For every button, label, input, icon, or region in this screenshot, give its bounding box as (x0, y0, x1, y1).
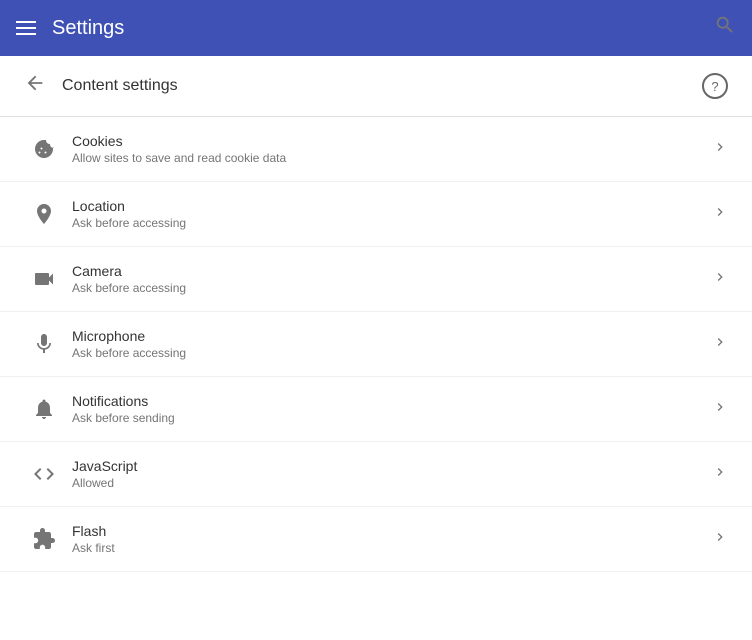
back-button[interactable] (24, 72, 46, 100)
cookies-arrow (712, 139, 728, 160)
flash-subtitle: Ask first (72, 541, 712, 555)
content-area: Content settings ? Cookies Allow sites t… (0, 56, 752, 640)
help-icon[interactable]: ? (702, 73, 728, 99)
settings-item-javascript[interactable]: JavaScript Allowed (0, 442, 752, 507)
microphone-title: Microphone (72, 328, 712, 344)
notifications-subtitle: Ask before sending (72, 411, 712, 425)
settings-item-location[interactable]: Location Ask before accessing (0, 182, 752, 247)
flash-text: Flash Ask first (72, 523, 712, 555)
camera-text: Camera Ask before accessing (72, 263, 712, 295)
camera-arrow (712, 269, 728, 290)
camera-title: Camera (72, 263, 712, 279)
settings-list: Cookies Allow sites to save and read coo… (0, 117, 752, 572)
settings-item-flash[interactable]: Flash Ask first (0, 507, 752, 572)
javascript-arrow (712, 464, 728, 485)
location-subtitle: Ask before accessing (72, 216, 712, 230)
hamburger-icon[interactable] (16, 21, 36, 35)
app-bar: Settings (0, 0, 752, 56)
notifications-icon (24, 397, 64, 421)
location-icon (24, 202, 64, 226)
camera-icon (24, 267, 64, 291)
javascript-subtitle: Allowed (72, 476, 712, 490)
flash-title: Flash (72, 523, 712, 539)
flash-icon (24, 527, 64, 551)
location-text: Location Ask before accessing (72, 198, 712, 230)
microphone-subtitle: Ask before accessing (72, 346, 712, 360)
javascript-title: JavaScript (72, 458, 712, 474)
cookies-subtitle: Allow sites to save and read cookie data (72, 151, 712, 165)
search-icon[interactable] (714, 14, 736, 42)
microphone-text: Microphone Ask before accessing (72, 328, 712, 360)
javascript-icon (24, 462, 64, 486)
location-arrow (712, 204, 728, 225)
location-title: Location (72, 198, 712, 214)
settings-item-camera[interactable]: Camera Ask before accessing (0, 247, 752, 312)
cookies-text: Cookies Allow sites to save and read coo… (72, 133, 712, 165)
flash-arrow (712, 529, 728, 550)
settings-item-notifications[interactable]: Notifications Ask before sending (0, 377, 752, 442)
cookies-icon (24, 137, 64, 161)
notifications-text: Notifications Ask before sending (72, 393, 712, 425)
page-header: Content settings ? (0, 56, 752, 117)
microphone-icon (24, 332, 64, 356)
notifications-arrow (712, 399, 728, 420)
settings-item-microphone[interactable]: Microphone Ask before accessing (0, 312, 752, 377)
header-left: Content settings (24, 72, 178, 100)
camera-subtitle: Ask before accessing (72, 281, 712, 295)
javascript-text: JavaScript Allowed (72, 458, 712, 490)
cookies-title: Cookies (72, 133, 712, 149)
app-bar-left: Settings (16, 17, 124, 40)
microphone-arrow (712, 334, 728, 355)
page-title: Content settings (62, 77, 178, 95)
app-bar-title: Settings (52, 17, 124, 40)
settings-item-cookies[interactable]: Cookies Allow sites to save and read coo… (0, 117, 752, 182)
notifications-title: Notifications (72, 393, 712, 409)
